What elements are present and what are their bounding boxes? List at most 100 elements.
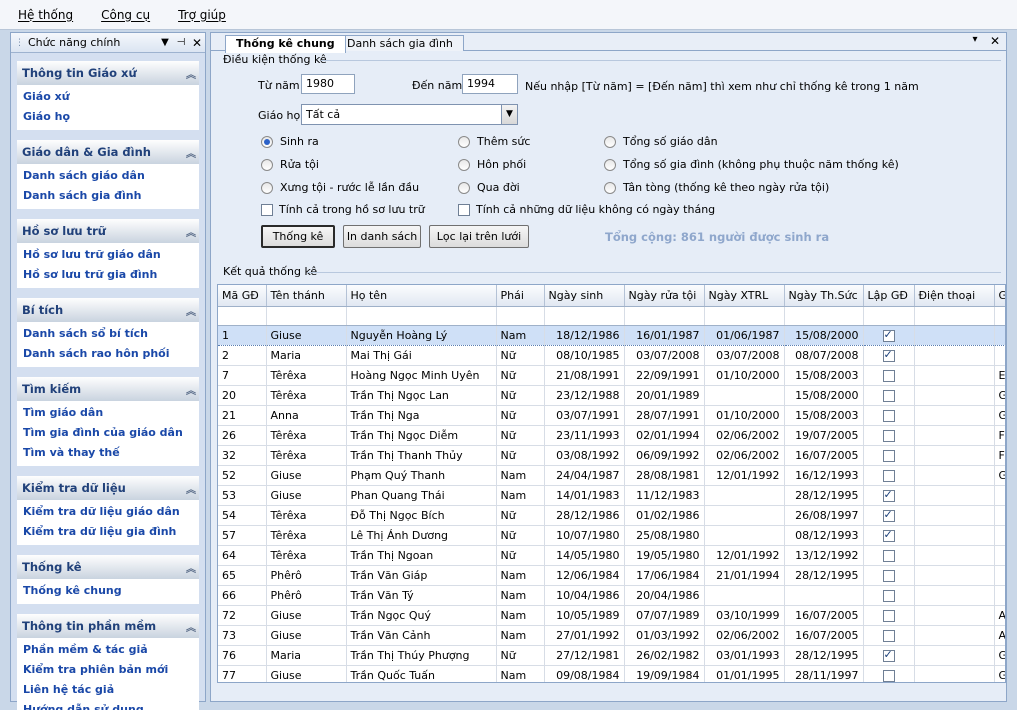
table-row[interactable]: 2 Maria Mai Thị Gái Nữ 08/10/1985 03/07/2008 0… [218,345,1005,366]
table-row[interactable]: 26 Têrêxa Trần Thị Ngọc Diễm Nữ 23/11/1993 02… [218,425,1005,446]
table-row[interactable]: 65 Phêrô Trần Văn Giáp Nam 12/06/1984 17/06/1… [218,565,1005,586]
close-tab-icon[interactable]: ✕ [987,34,1003,48]
table-row[interactable]: 73 Giuse Trần Văn Cảnh Nam 27/01/1992 01/03/1… [218,625,1005,646]
menu-tro-giup[interactable]: Trợ giúp [174,6,230,24]
nav-link[interactable]: Danh sách gia đình [23,186,199,206]
column-header[interactable]: Tên thánh [266,285,347,307]
table-row[interactable]: 20 Têrêxa Trần Thị Ngọc Lan Nữ 23/12/1988 20/… [218,385,1005,406]
nav-link[interactable]: Phần mềm & tác giả [23,640,199,660]
nav-link[interactable]: Kiểm tra dữ liệu giáo dân [23,502,199,522]
filter-row[interactable] [218,306,1005,326]
check-ho-so-luu-tru[interactable]: Tính cả trong hồ sơ lưu trữ [261,203,425,216]
collapse-icon[interactable]: ︽ [181,619,199,634]
nav-link[interactable]: Giáo họ [23,107,199,127]
checked-checkbox[interactable] [882,648,895,662]
nav-group-header[interactable]: Thông tin phần mềm ︽ [17,614,199,638]
filter-cell[interactable] [218,306,267,326]
unchecked-checkbox[interactable] [882,469,895,482]
pin-icon[interactable]: ⊣ [173,37,189,48]
radio-sinh-ra[interactable]: Sinh ra [261,135,319,148]
in-danh-sach-button[interactable]: In danh sách [343,225,421,248]
tab-danh-sach-gia-dinh[interactable]: Danh sách gia đình [336,35,464,52]
unchecked-checkbox[interactable] [882,549,895,562]
radio-tong-so-gia-dinh[interactable]: Tổng số gia đình (không phụ thuộc năm th… [604,158,899,171]
radio-tong-so-giao-dan[interactable]: Tổng số giáo dân [604,135,718,148]
radio-xung-toi[interactable]: Xưng tội - rước lễ lần đầu [261,181,419,194]
unchecked-checkbox[interactable] [882,429,895,442]
nav-group-header[interactable]: Thông tin Giáo xứ ︽ [17,61,199,85]
filter-cell[interactable] [346,306,497,326]
filter-cell[interactable] [624,306,705,326]
filter-cell[interactable] [994,306,1005,326]
column-header[interactable]: Họ tên [346,285,497,307]
nav-link[interactable]: Thống kê chung [23,581,199,601]
nav-group-header[interactable]: Kiểm tra dữ liệu ︽ [17,476,199,500]
nav-link[interactable]: Kiểm tra phiên bản mới [23,660,199,680]
close-icon[interactable]: ✕ [189,36,205,50]
giao-ho-select[interactable]: Tất cả ▼ [301,104,518,125]
menu-he-thong[interactable]: Hệ thống [14,6,77,24]
loc-lai-button[interactable]: Lọc lại trên lưới [429,225,529,248]
nav-group-header[interactable]: Tìm kiếm ︽ [17,377,199,401]
nav-link[interactable]: Hồ sơ lưu trữ giáo dân [23,245,199,265]
nav-link[interactable]: Tìm và thay thế [23,443,199,463]
filter-cell[interactable] [544,306,625,326]
column-header[interactable]: Ngày XTRL [704,285,785,307]
collapse-icon[interactable]: ︽ [181,560,199,575]
table-row[interactable]: 21 Anna Trần Thị Nga Nữ 03/07/1991 28/07/1991… [218,405,1005,426]
column-header[interactable]: Điện thoại [914,285,995,307]
nav-link[interactable]: Danh sách rao hôn phối [23,344,199,364]
collapse-icon[interactable]: ︽ [181,382,199,397]
thong-ke-button[interactable]: Thống kê [261,225,335,248]
collapse-icon[interactable]: ︽ [181,481,199,496]
filter-cell[interactable] [266,306,347,326]
unchecked-checkbox[interactable] [882,569,895,582]
radio-rua-toi[interactable]: Rửa tội [261,158,319,171]
radio-them-suc[interactable]: Thêm sức [458,135,530,148]
tab-menu-icon[interactable]: ▾ [967,34,983,45]
table-row[interactable]: 66 Phêrô Trần Văn Tý Nam 10/04/1986 20/04/198… [218,585,1005,606]
nav-group-header[interactable]: Giáo dân & Gia đình ︽ [17,140,199,164]
table-row[interactable]: 54 Têrêxa Đỗ Thị Ngọc Bích Nữ 28/12/1986 01/0… [218,505,1005,526]
nav-link[interactable]: Liên hệ tác giả [23,680,199,700]
nav-link[interactable]: Giáo xứ [23,87,199,107]
nav-group-header[interactable]: Hồ sơ lưu trữ ︽ [17,219,199,243]
dropdown-icon[interactable]: ▼ [157,37,173,48]
table-row[interactable]: 52 Giuse Phạm Quý Thanh Nam 24/04/1987 28/08/… [218,465,1005,486]
radio-hon-phoi[interactable]: Hôn phối [458,158,526,171]
unchecked-checkbox[interactable] [882,449,895,462]
to-year-input[interactable]: 1994 [462,74,518,94]
collapse-icon[interactable]: ︽ [181,303,199,318]
checked-checkbox[interactable] [882,528,895,542]
nav-link[interactable]: Danh sách sổ bí tích [23,324,199,344]
grip-icon[interactable]: ⋮ [15,38,24,48]
filter-cell[interactable] [784,306,864,326]
check-khong-ngay-thang[interactable]: Tính cả những dữ liệu không có ngày thán… [458,203,715,216]
collapse-icon[interactable]: ︽ [181,145,199,160]
table-row[interactable]: 72 Giuse Trần Ngọc Quý Nam 10/05/1989 07/07/1… [218,605,1005,626]
nav-group-header[interactable]: Thống kê ︽ [17,555,199,579]
results-grid[interactable]: Mã GĐ Tên thánh Họ tên Phái Ngày sinh Ngày rử… [217,284,1006,683]
checked-checkbox[interactable] [882,348,895,362]
radio-qua-doi[interactable]: Qua đời [458,181,520,194]
chevron-down-icon[interactable]: ▼ [501,105,517,124]
table-row[interactable]: 64 Têrêxa Trần Thị Ngoan Nữ 14/05/1980 19/05/… [218,545,1005,566]
nav-link[interactable]: Tìm giáo dân [23,403,199,423]
nav-link[interactable]: Hồ sơ lưu trữ gia đình [23,265,199,285]
nav-link[interactable]: Hướng dẫn sử dụng [23,700,199,710]
table-row[interactable]: 57 Têrêxa Lê Thị Ánh Dương Nữ 10/07/1980 25/0… [218,525,1005,546]
from-year-input[interactable]: 1980 [301,74,355,94]
column-header[interactable]: Ngày rửa tội [624,285,705,307]
menu-cong-cu[interactable]: Công cụ [97,6,154,24]
nav-link[interactable]: Tìm gia đình của giáo dân [23,423,199,443]
checked-checkbox[interactable] [882,508,895,522]
filter-cell[interactable] [914,306,995,326]
tab-thong-ke-chung[interactable]: Thống kê chung [225,35,346,53]
checked-checkbox[interactable] [882,488,895,502]
column-header[interactable]: Ngày Th.Sức [784,285,864,307]
table-row[interactable]: 76 Maria Trần Thị Thúy Phượng Nữ 27/12/1981 2… [218,645,1005,666]
table-row[interactable]: 1 Giuse Nguyễn Hoàng Lý Nam 18/12/1986 16/01/… [218,324,1005,346]
filter-cell[interactable] [704,306,785,326]
filter-cell[interactable] [863,306,915,326]
collapse-icon[interactable]: ︽ [181,66,199,81]
